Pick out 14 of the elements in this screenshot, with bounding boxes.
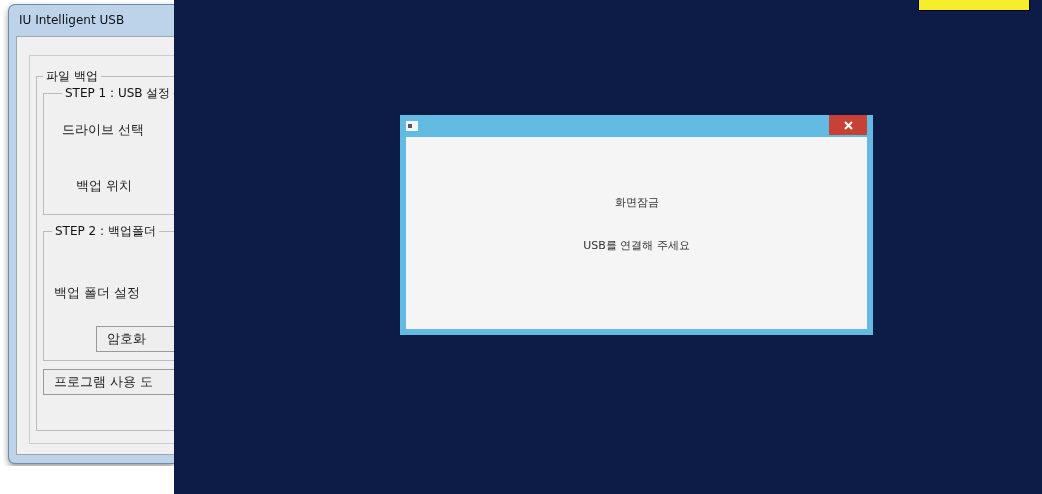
message-text: USB를 연결해 주세요	[583, 238, 690, 253]
help-button[interactable]: 프로그램 사용 도	[43, 369, 174, 395]
field-label: 백업 폴더 설정	[53, 284, 142, 302]
close-button[interactable]	[829, 115, 867, 135]
message-text: 화면잠금	[614, 195, 659, 210]
window-title: IU Intelligent USB	[18, 12, 126, 29]
group-title: STEP 2 : 백업폴더	[54, 223, 157, 240]
field-label: 백업 위치	[75, 177, 133, 195]
encrypt-button[interactable]: 암호화	[96, 326, 174, 352]
close-icon	[843, 120, 853, 130]
app-icon	[406, 121, 418, 131]
group-title: 파일 백업	[45, 68, 99, 85]
group-title: STEP 1 : USB 설정	[64, 85, 172, 102]
field-label: 드라이브 선택	[62, 121, 145, 139]
